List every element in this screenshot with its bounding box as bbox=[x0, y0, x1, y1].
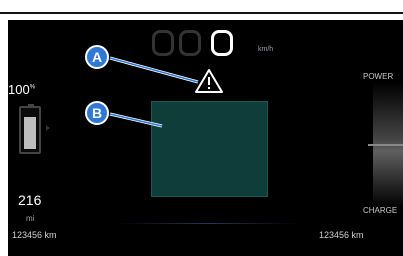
callout-b: B bbox=[85, 101, 109, 125]
callout-leaders bbox=[109, 56, 199, 128]
callout-a: A bbox=[85, 45, 109, 69]
